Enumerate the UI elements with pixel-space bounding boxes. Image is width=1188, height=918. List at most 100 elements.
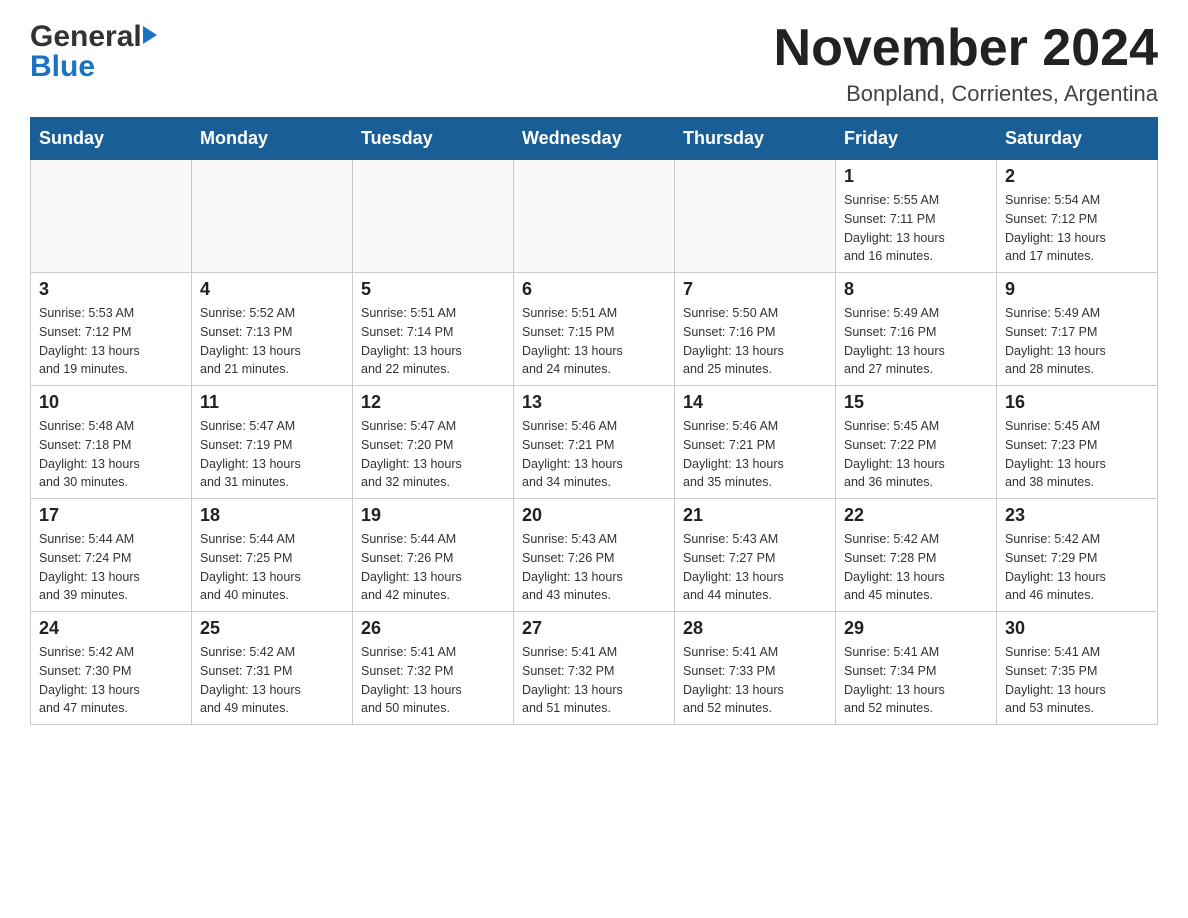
day-number: 1 — [844, 166, 988, 187]
day-number: 12 — [361, 392, 505, 413]
calendar-week-row: 1 Sunrise: 5:55 AM Sunset: 7:11 PM Daylig… — [31, 160, 1158, 273]
calendar-cell: 29Sunrise: 5:41 AM Sunset: 7:34 PM Dayli… — [836, 612, 997, 725]
calendar-cell — [514, 160, 675, 273]
day-number: 30 — [1005, 618, 1149, 639]
calendar-cell: 8 Sunrise: 5:49 AM Sunset: 7:16 PM Daylig… — [836, 273, 997, 386]
day-number: 26 — [361, 618, 505, 639]
day-info: Sunrise: 5:41 AM Sunset: 7:32 PM Dayligh… — [361, 643, 505, 718]
day-info: Sunrise: 5:44 AM Sunset: 7:25 PM Dayligh… — [200, 530, 344, 605]
day-number: 29 — [844, 618, 988, 639]
weekday-header-tuesday: Tuesday — [353, 118, 514, 160]
day-number: 28 — [683, 618, 827, 639]
calendar-cell: 12 Sunrise: 5:47 AM Sunset: 7:20 PM Dayli… — [353, 386, 514, 499]
day-info: Sunrise: 5:42 AM Sunset: 7:30 PM Dayligh… — [39, 643, 183, 718]
calendar-cell: 24 Sunrise: 5:42 AM Sunset: 7:30 PM Dayli… — [31, 612, 192, 725]
day-info: Sunrise: 5:43 AM Sunset: 7:27 PM Dayligh… — [683, 530, 827, 605]
day-info: Sunrise: 5:46 AM Sunset: 7:21 PM Dayligh… — [683, 417, 827, 492]
day-info: Sunrise: 5:43 AM Sunset: 7:26 PM Dayligh… — [522, 530, 666, 605]
day-number: 20 — [522, 505, 666, 526]
day-info: Sunrise: 5:49 AM Sunset: 7:17 PM Dayligh… — [1005, 304, 1149, 379]
day-number: 17 — [39, 505, 183, 526]
day-number: 23 — [1005, 505, 1149, 526]
day-info: Sunrise: 5:44 AM Sunset: 7:24 PM Dayligh… — [39, 530, 183, 605]
weekday-header-friday: Friday — [836, 118, 997, 160]
day-number: 18 — [200, 505, 344, 526]
day-number: 9 — [1005, 279, 1149, 300]
calendar-cell: 21 Sunrise: 5:43 AM Sunset: 7:27 PM Dayli… — [675, 499, 836, 612]
calendar-week-row: 10Sunrise: 5:48 AM Sunset: 7:18 PM Dayli… — [31, 386, 1158, 499]
calendar-cell — [353, 160, 514, 273]
day-number: 6 — [522, 279, 666, 300]
calendar-cell: 30 Sunrise: 5:41 AM Sunset: 7:35 PM Dayli… — [997, 612, 1158, 725]
calendar-cell: 2 Sunrise: 5:54 AM Sunset: 7:12 PM Daylig… — [997, 160, 1158, 273]
calendar-cell: 5 Sunrise: 5:51 AM Sunset: 7:14 PM Daylig… — [353, 273, 514, 386]
weekday-header-monday: Monday — [192, 118, 353, 160]
day-info: Sunrise: 5:49 AM Sunset: 7:16 PM Dayligh… — [844, 304, 988, 379]
calendar-cell: 7 Sunrise: 5:50 AM Sunset: 7:16 PM Daylig… — [675, 273, 836, 386]
month-title: November 2024 — [774, 20, 1158, 77]
day-number: 21 — [683, 505, 827, 526]
day-number: 25 — [200, 618, 344, 639]
title-block: November 2024 Bonpland, Corrientes, Arge… — [774, 20, 1158, 107]
calendar-cell: 16Sunrise: 5:45 AM Sunset: 7:23 PM Dayli… — [997, 386, 1158, 499]
calendar-cell: 1 Sunrise: 5:55 AM Sunset: 7:11 PM Daylig… — [836, 160, 997, 273]
day-number: 27 — [522, 618, 666, 639]
day-info: Sunrise: 5:41 AM Sunset: 7:35 PM Dayligh… — [1005, 643, 1149, 718]
day-number: 7 — [683, 279, 827, 300]
calendar-cell: 13Sunrise: 5:46 AM Sunset: 7:21 PM Dayli… — [514, 386, 675, 499]
day-info: Sunrise: 5:46 AM Sunset: 7:21 PM Dayligh… — [522, 417, 666, 492]
day-number: 24 — [39, 618, 183, 639]
day-number: 15 — [844, 392, 988, 413]
location-text: Bonpland, Corrientes, Argentina — [774, 81, 1158, 107]
logo-arrow-icon — [143, 26, 157, 44]
day-number: 14 — [683, 392, 827, 413]
day-info: Sunrise: 5:48 AM Sunset: 7:18 PM Dayligh… — [39, 417, 183, 492]
day-number: 22 — [844, 505, 988, 526]
calendar-cell: 10Sunrise: 5:48 AM Sunset: 7:18 PM Dayli… — [31, 386, 192, 499]
page-header: General Blue November 2024 Bonpland, Cor… — [30, 20, 1158, 107]
day-info: Sunrise: 5:50 AM Sunset: 7:16 PM Dayligh… — [683, 304, 827, 379]
day-info: Sunrise: 5:53 AM Sunset: 7:12 PM Dayligh… — [39, 304, 183, 379]
day-number: 2 — [1005, 166, 1149, 187]
day-number: 5 — [361, 279, 505, 300]
calendar-cell: 9 Sunrise: 5:49 AM Sunset: 7:17 PM Daylig… — [997, 273, 1158, 386]
calendar-cell: 23Sunrise: 5:42 AM Sunset: 7:29 PM Dayli… — [997, 499, 1158, 612]
logo: General Blue — [30, 20, 157, 84]
calendar-cell: 20 Sunrise: 5:43 AM Sunset: 7:26 PM Dayli… — [514, 499, 675, 612]
day-info: Sunrise: 5:51 AM Sunset: 7:15 PM Dayligh… — [522, 304, 666, 379]
calendar-cell: 26 Sunrise: 5:41 AM Sunset: 7:32 PM Dayli… — [353, 612, 514, 725]
calendar-cell: 27 Sunrise: 5:41 AM Sunset: 7:32 PM Dayli… — [514, 612, 675, 725]
weekday-header-saturday: Saturday — [997, 118, 1158, 160]
day-info: Sunrise: 5:41 AM Sunset: 7:33 PM Dayligh… — [683, 643, 827, 718]
calendar-cell: 3 Sunrise: 5:53 AM Sunset: 7:12 PM Daylig… — [31, 273, 192, 386]
day-number: 8 — [844, 279, 988, 300]
day-info: Sunrise: 5:54 AM Sunset: 7:12 PM Dayligh… — [1005, 191, 1149, 266]
calendar-cell: 14 Sunrise: 5:46 AM Sunset: 7:21 PM Dayli… — [675, 386, 836, 499]
day-info: Sunrise: 5:55 AM Sunset: 7:11 PM Dayligh… — [844, 191, 988, 266]
day-number: 19 — [361, 505, 505, 526]
day-number: 11 — [200, 392, 344, 413]
day-info: Sunrise: 5:41 AM Sunset: 7:32 PM Dayligh… — [522, 643, 666, 718]
calendar-cell: 22 Sunrise: 5:42 AM Sunset: 7:28 PM Dayli… — [836, 499, 997, 612]
day-info: Sunrise: 5:45 AM Sunset: 7:22 PM Dayligh… — [844, 417, 988, 492]
day-info: Sunrise: 5:52 AM Sunset: 7:13 PM Dayligh… — [200, 304, 344, 379]
calendar-week-row: 17 Sunrise: 5:44 AM Sunset: 7:24 PM Dayli… — [31, 499, 1158, 612]
calendar-cell: 11Sunrise: 5:47 AM Sunset: 7:19 PM Dayli… — [192, 386, 353, 499]
day-number: 4 — [200, 279, 344, 300]
day-info: Sunrise: 5:42 AM Sunset: 7:28 PM Dayligh… — [844, 530, 988, 605]
calendar-cell: 18 Sunrise: 5:44 AM Sunset: 7:25 PM Dayli… — [192, 499, 353, 612]
day-info: Sunrise: 5:47 AM Sunset: 7:20 PM Dayligh… — [361, 417, 505, 492]
calendar-cell: 4 Sunrise: 5:52 AM Sunset: 7:13 PM Daylig… — [192, 273, 353, 386]
calendar-cell: 17 Sunrise: 5:44 AM Sunset: 7:24 PM Dayli… — [31, 499, 192, 612]
calendar-cell: 15 Sunrise: 5:45 AM Sunset: 7:22 PM Dayli… — [836, 386, 997, 499]
calendar-cell: 28 Sunrise: 5:41 AM Sunset: 7:33 PM Dayli… — [675, 612, 836, 725]
weekday-header-sunday: Sunday — [31, 118, 192, 160]
calendar-week-row: 3 Sunrise: 5:53 AM Sunset: 7:12 PM Daylig… — [31, 273, 1158, 386]
calendar-cell — [31, 160, 192, 273]
day-number: 3 — [39, 279, 183, 300]
day-info: Sunrise: 5:51 AM Sunset: 7:14 PM Dayligh… — [361, 304, 505, 379]
logo-blue-text: Blue — [30, 50, 95, 84]
calendar-cell — [675, 160, 836, 273]
calendar-table: SundayMondayTuesdayWednesdayThursdayFrid… — [30, 117, 1158, 725]
calendar-cell: 19Sunrise: 5:44 AM Sunset: 7:26 PM Dayli… — [353, 499, 514, 612]
